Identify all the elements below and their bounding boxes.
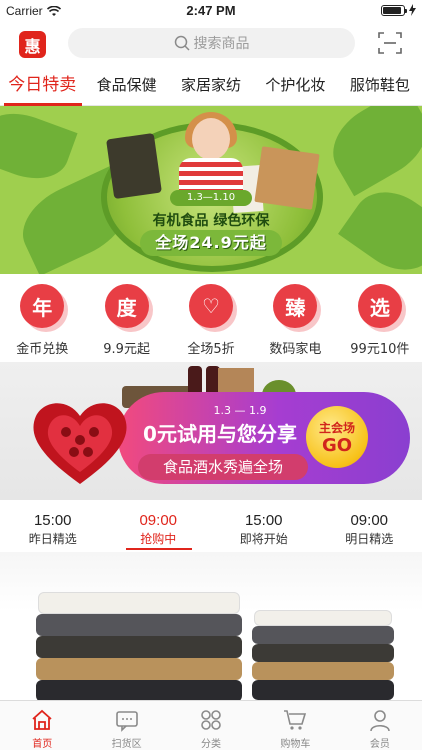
banner-headline: 有机食品 绿色环保 — [152, 213, 270, 229]
leaf-decoration — [319, 106, 422, 197]
heart-chocolate-box-image — [33, 403, 127, 484]
active-timeslot-indicator — [126, 548, 192, 550]
towel-dark — [252, 644, 394, 662]
tab-deals-zone[interactable]: 扫货区 — [84, 701, 168, 750]
tab-apparel-bags[interactable]: 服饰鞋包 — [338, 66, 422, 105]
search-input[interactable]: 搜索商品 — [68, 28, 355, 58]
app-logo[interactable]: 惠 — [19, 31, 46, 58]
quick-entry-99-10[interactable]: 选 99元10件 — [338, 274, 422, 362]
towel-gray — [252, 626, 394, 644]
towel-tan — [252, 662, 394, 680]
tab-label: 首页 — [32, 739, 53, 750]
heart-icon: ♡ — [189, 284, 234, 328]
towel-gray — [36, 614, 242, 636]
towel-black — [252, 680, 394, 700]
product-box-image — [254, 146, 320, 210]
quick-entry-label: 9.9元起 — [103, 342, 150, 357]
quick-entry-label: 全场5折 — [187, 342, 235, 357]
timeslot-yesterday[interactable]: 15:00 昨日精选 — [0, 508, 106, 552]
du-icon: 度 — [104, 284, 149, 328]
bottom-tab-bar: 首页 扫货区 分类 购物车 会员 — [0, 700, 422, 750]
quick-entry-row: 年 金币兑换 度 9.9元起 ♡ 全场5折 臻 数码家电 选 99元10件 — [0, 274, 422, 362]
search-icon — [174, 35, 190, 51]
status-bar: Carrier 2:47 PM — [0, 0, 422, 22]
quick-entry-label: 数码家电 — [269, 342, 322, 357]
user-icon — [370, 710, 390, 732]
towel-tan — [36, 658, 242, 680]
timeslot-tomorrow[interactable]: 09:00 明日精选 — [317, 508, 422, 552]
timeslot-label: 明日精选 — [345, 532, 394, 546]
tab-today-deals[interactable]: 今日特卖 — [0, 66, 84, 105]
product-image-towels[interactable] — [0, 552, 422, 700]
home-icon — [32, 709, 52, 730]
status-time: 2:47 PM — [186, 3, 236, 18]
grid-icon — [201, 710, 221, 730]
tab-cart[interactable]: 购物车 — [253, 701, 337, 750]
promo-banner-organic[interactable]: 1.3—1.10 有机食品 绿色环保 全场24.9元起 — [0, 106, 422, 274]
tab-home[interactable]: 首页 — [0, 701, 84, 750]
timeslot-upcoming[interactable]: 15:00 即将开始 — [211, 508, 317, 552]
status-right — [381, 4, 416, 16]
towel-black — [36, 680, 242, 700]
timeslot-label: 抢购中 — [140, 532, 177, 546]
banner-price: 全场24.9元起 — [140, 230, 282, 256]
header: 惠 搜索商品 — [0, 22, 422, 66]
product-package-image — [106, 132, 162, 200]
quick-entry-label: 金币兑换 — [16, 342, 69, 357]
timeslot-label: 昨日精选 — [28, 532, 77, 546]
quick-entry-electronics[interactable]: 臻 数码家电 — [253, 274, 337, 362]
xuan-icon: 选 — [357, 284, 402, 328]
timeslot-label: 即将开始 — [239, 532, 288, 546]
promo-banner-trial[interactable]: 1.3 — 1.9 0元试用与您分享 食品酒水秀遍全场 主会场 GO — [0, 362, 422, 500]
quick-entry-label: 99元10件 — [350, 342, 410, 357]
tab-food-health[interactable]: 食品保健 — [84, 66, 168, 105]
banner-subtitle: 食品酒水秀遍全场 — [138, 454, 308, 480]
chat-icon — [115, 711, 138, 732]
tab-label: 购物车 — [280, 739, 311, 750]
tab-home-textile[interactable]: 家居家纺 — [169, 66, 253, 105]
model-image — [175, 112, 247, 194]
quick-entry-coins[interactable]: 年 金币兑换 — [0, 274, 84, 362]
timeslot-ongoing[interactable]: 09:00 抢购中 — [106, 508, 212, 552]
quick-entry-half-off[interactable]: ♡ 全场5折 — [169, 274, 253, 362]
cart-icon — [284, 710, 307, 730]
banner-headline: 0元试用与您分享 — [143, 422, 297, 446]
nian-icon: 年 — [20, 284, 65, 328]
tab-label: 分类 — [201, 739, 222, 750]
battery-icon — [381, 4, 407, 16]
timeslot-time: 09:00 — [350, 512, 389, 529]
timeslot-time: 15:00 — [244, 512, 283, 529]
towel-white — [254, 610, 392, 626]
quick-entry-9-9[interactable]: 度 9.9元起 — [84, 274, 168, 362]
towel-white — [38, 592, 240, 614]
category-tabs: 今日特卖 食品保健 家居家纺 个护化妆 服饰鞋包 — [0, 66, 422, 106]
towel-dark — [36, 636, 242, 658]
zhen-icon: 臻 — [273, 284, 318, 328]
flash-sale-timeline: 15:00 昨日精选 09:00 抢购中 15:00 即将开始 09:00 明日… — [0, 508, 422, 552]
timeslot-time: 09:00 — [139, 512, 178, 529]
tab-categories[interactable]: 分类 — [169, 701, 253, 750]
tab-label: 扫货区 — [111, 739, 142, 750]
tab-personal-care[interactable]: 个护化妆 — [253, 66, 337, 105]
charging-icon — [409, 4, 416, 16]
banner-date: 1.3 — 1.9 — [213, 404, 267, 417]
timeslot-time: 15:00 — [33, 512, 72, 529]
main-venue-go-button[interactable]: 主会场 GO — [306, 406, 368, 468]
search-placeholder: 搜索商品 — [193, 36, 250, 52]
leaf-decoration — [0, 106, 78, 190]
scan-icon[interactable] — [378, 31, 402, 55]
tab-member[interactable]: 会员 — [338, 701, 422, 750]
go-button-label: GO — [321, 435, 353, 456]
tab-label: 会员 — [369, 739, 390, 750]
banner-date: 1.3—1.10 — [170, 190, 252, 206]
